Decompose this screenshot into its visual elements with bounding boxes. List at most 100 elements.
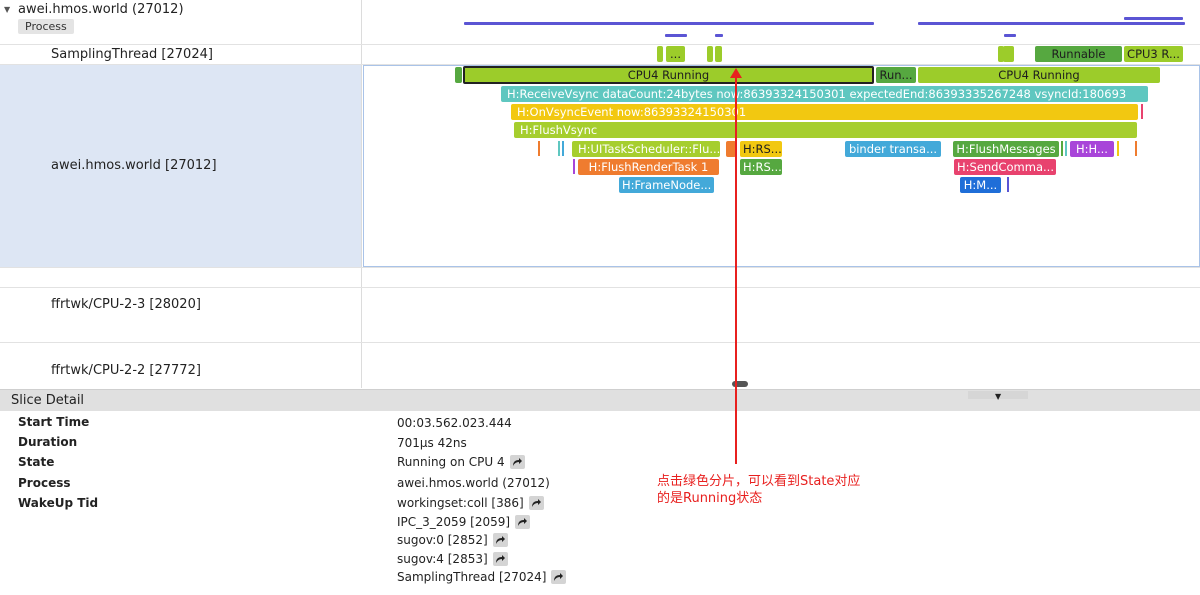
h-m-slice[interactable]: H:M...: [960, 177, 1001, 193]
thread-track-sampling[interactable]: ... Runnable CPU3 R...: [363, 45, 1200, 64]
tiny-slice[interactable]: [1135, 141, 1137, 156]
thread-name: ffrtwk/CPU-2-3 [28020]: [51, 297, 201, 312]
rs-slice-b[interactable]: H:RS...: [740, 159, 782, 175]
thread-name: ffrtwk/CPU-2-2 [27772]: [51, 363, 201, 378]
process-row-label[interactable]: ▼ awei.hmos.world (27012) Process: [0, 0, 362, 44]
wakeup-extra-item: SamplingThread [27024]: [397, 570, 567, 584]
detail-key-state: State: [18, 455, 55, 469]
detail-value-process: awei.hmos.world (27012): [397, 476, 550, 490]
process-activity-bar[interactable]: [918, 22, 1185, 25]
thread-track-empty: [363, 268, 1200, 287]
annotation-line-2: 的是Running状态: [657, 491, 763, 506]
cpu4-running-slice[interactable]: CPU4 Running: [918, 67, 1160, 83]
detail-key-duration: Duration: [18, 435, 78, 449]
thread-state-slice[interactable]: [707, 46, 713, 62]
jump-to-icon[interactable]: [492, 533, 508, 547]
tiny-slice[interactable]: [538, 141, 540, 156]
cpu4-running-slice-selected[interactable]: CPU4 Running: [463, 66, 874, 84]
runnable-slice[interactable]: Runnable: [1035, 46, 1122, 62]
tiny-slice[interactable]: [1117, 141, 1119, 156]
on-vsync-event-slice[interactable]: H:OnVsyncEvent now:86393324150301: [511, 104, 1138, 120]
detail-value-wakeup-tid: workingset:coll [386]: [397, 496, 544, 510]
thread-track-cpu-2-3[interactable]: [363, 288, 1200, 342]
process-activity-bar[interactable]: [665, 34, 687, 37]
jump-to-icon[interactable]: [515, 515, 531, 529]
tiny-slice[interactable]: [573, 159, 575, 174]
detail-value-start-time: 00:03.562.023.444: [397, 416, 512, 430]
jump-to-icon[interactable]: [528, 496, 544, 510]
cpu3-running-slice[interactable]: CPU3 R...: [1124, 46, 1183, 62]
thread-row-label-empty: [0, 268, 362, 287]
flush-render-task-slice[interactable]: H:FlushRenderTask 1: [578, 159, 719, 175]
tiny-slice[interactable]: [1065, 141, 1067, 156]
tiny-slice[interactable]: [1061, 141, 1063, 156]
wakeup-extra-text: sugov:0 [2852]: [397, 533, 488, 547]
thread-row-label[interactable]: awei.hmos.world [27012]: [0, 65, 362, 267]
thread-row-label[interactable]: SamplingThread [27024]: [0, 45, 362, 64]
send-command-slice[interactable]: H:SendComma...: [954, 159, 1056, 175]
jump-to-icon[interactable]: [492, 552, 508, 566]
tiny-slice[interactable]: [1141, 104, 1143, 119]
thread-row-spacer: [0, 268, 1200, 288]
flush-vsync-slice[interactable]: H:FlushVsync: [514, 122, 1137, 138]
thread-state-slice[interactable]: [715, 46, 722, 62]
process-tag: Process: [18, 19, 74, 34]
state-text: Running on CPU 4: [397, 455, 505, 469]
thread-state-slice[interactable]: [657, 46, 663, 62]
thread-row-cpu-2-3[interactable]: ffrtwk/CPU-2-3 [28020]: [0, 288, 1200, 343]
wakeup-extra-item: sugov:0 [2852]: [397, 533, 508, 547]
process-activity-bar[interactable]: [1004, 34, 1016, 37]
annotation-line-1: 点击绿色分片，可以看到State对应: [657, 474, 861, 489]
wakeup-extra-text: IPC_3_2059 [2059]: [397, 515, 511, 529]
thread-state-slice[interactable]: ...: [666, 46, 685, 62]
binder-transaction-slice[interactable]: binder transa...: [845, 141, 941, 157]
jump-to-icon[interactable]: [509, 455, 525, 469]
wakeup-text: workingset:coll [386]: [397, 496, 524, 510]
thread-row-cpu-2-2[interactable]: ffrtwk/CPU-2-2 [27772]: [0, 343, 1200, 388]
process-activity-bar[interactable]: [1124, 17, 1183, 20]
wakeup-extra-item: IPC_3_2059 [2059]: [397, 515, 531, 529]
process-activity-bar[interactable]: [715, 34, 723, 37]
wakeup-extra-text: sugov:4 [2853]: [397, 552, 488, 566]
thread-track-cpu-2-2[interactable]: [363, 343, 1200, 388]
process-name: awei.hmos.world (27012): [18, 2, 184, 17]
annotation-text: 点击绿色分片，可以看到State对应 的是Running状态: [657, 473, 907, 507]
collapse-caret-icon[interactable]: ▼: [995, 392, 1001, 401]
run-slice[interactable]: Run...: [876, 67, 916, 83]
annotation-arrow-line: [735, 74, 737, 464]
rs-slice-a[interactable]: H:RS...: [740, 141, 782, 157]
tiny-slice[interactable]: [558, 141, 560, 156]
thread-state-slice[interactable]: [455, 67, 462, 83]
process-activity-bar[interactable]: [464, 22, 874, 25]
thread-name: awei.hmos.world [27012]: [51, 158, 217, 173]
detail-value-duration: 701μs 42ns: [397, 436, 467, 450]
annotation-arrow-head-icon: [730, 68, 742, 78]
thread-row-main[interactable]: awei.hmos.world [27012] CPU4 Running Run…: [0, 65, 1200, 268]
process-track[interactable]: [363, 0, 1200, 44]
thread-row-sampling[interactable]: SamplingThread [27024] ... Runnable CPU3…: [0, 45, 1200, 65]
thread-track-main[interactable]: CPU4 Running Run... CPU4 Running H:Recei…: [363, 65, 1200, 267]
wakeup-extra-item: sugov:4 [2853]: [397, 552, 508, 566]
collapse-chevron-icon[interactable]: ▼: [4, 5, 10, 14]
thread-name: SamplingThread [27024]: [51, 47, 213, 62]
frame-node-slice[interactable]: H:FrameNode...: [619, 177, 714, 193]
slice-detail-header: Slice Detail ▼: [0, 389, 1200, 411]
tiny-slice[interactable]: [562, 141, 564, 156]
detail-key-start-time: Start Time: [18, 415, 90, 429]
trace-area: ▼ awei.hmos.world (27012) Process Sampli…: [0, 0, 1200, 388]
tiny-slice[interactable]: [1007, 177, 1009, 192]
thread-row-label[interactable]: ffrtwk/CPU-2-2 [27772]: [0, 343, 362, 388]
process-row[interactable]: ▼ awei.hmos.world (27012) Process: [0, 0, 1200, 45]
jump-to-icon[interactable]: [551, 570, 567, 584]
detail-key-process: Process: [18, 476, 71, 490]
flush-messages-slice[interactable]: H:FlushMessages: [953, 141, 1059, 157]
thread-state-slice[interactable]: [1003, 46, 1014, 62]
h-h-slice[interactable]: H:H...: [1070, 141, 1114, 157]
wakeup-extra-text: SamplingThread [27024]: [397, 570, 547, 584]
detail-value-state: Running on CPU 4: [397, 455, 525, 469]
thread-row-label[interactable]: ffrtwk/CPU-2-3 [28020]: [0, 288, 362, 342]
detail-key-wakeup-tid: WakeUp Tid: [18, 496, 99, 510]
receive-vsync-slice[interactable]: H:ReceiveVsync dataCount:24bytes now:863…: [501, 86, 1148, 102]
ui-task-scheduler-slice[interactable]: H:UITaskScheduler::Flu...: [572, 141, 720, 157]
slice-detail-title: Slice Detail: [11, 393, 85, 408]
